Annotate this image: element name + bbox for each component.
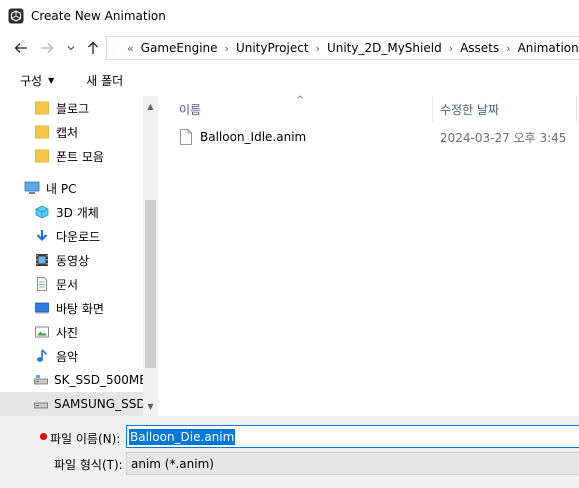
breadcrumb-unityproject[interactable]: UnityProject bbox=[236, 41, 309, 55]
sidebar-item-music[interactable]: 음악 bbox=[0, 344, 143, 368]
sidebar-item-blog[interactable]: 블로그 bbox=[0, 96, 143, 120]
breadcrumb-unity-2d-myshield[interactable]: Unity_2D_MyShield bbox=[327, 41, 442, 55]
arrow-up-icon bbox=[88, 41, 98, 54]
sidebar-item-label: 3D 개체 bbox=[56, 205, 99, 220]
music-icon bbox=[34, 348, 50, 364]
pictures-icon bbox=[34, 324, 50, 340]
file-type-value: anim (*.anim) bbox=[131, 456, 214, 471]
organize-label: 구성 bbox=[20, 73, 43, 88]
sidebar-item-label: 폰트 모음 bbox=[56, 149, 104, 164]
sort-ascending-icon: ^ bbox=[296, 95, 305, 106]
desktop-icon bbox=[34, 300, 50, 316]
drive-icon bbox=[34, 372, 48, 388]
sidebar-item-this-pc[interactable]: 내 PC bbox=[0, 176, 143, 200]
sidebar-item-samsung-ssd[interactable]: SAMSUNG_SSD bbox=[0, 392, 143, 416]
window-title: Create New Animation bbox=[31, 9, 166, 23]
sidebar-item-label: 다운로드 bbox=[56, 229, 101, 244]
file-type-select[interactable]: anim (*.anim) bbox=[126, 452, 579, 475]
forward-button[interactable] bbox=[34, 35, 60, 61]
sidebar-item-label: 내 PC bbox=[46, 181, 77, 196]
up-button[interactable] bbox=[82, 35, 104, 61]
folder-icon bbox=[113, 47, 114, 49]
sidebar-item-sk-ssd[interactable]: SK_SSD_500MB bbox=[0, 368, 143, 392]
sidebar-item-label: 바탕 화면 bbox=[56, 301, 104, 316]
file-icon bbox=[180, 129, 192, 145]
video-icon bbox=[34, 252, 50, 268]
sidebar-item-label: 사진 bbox=[56, 325, 79, 340]
drive-icon bbox=[34, 396, 48, 412]
navigation-pane: 블로그 캡처 폰트 모음 내 PC 3D 개체 다운로드 동영상 문서 바탕 화… bbox=[0, 96, 158, 416]
navigation-pane-scrollbar[interactable]: ▲ ▼ bbox=[143, 96, 158, 416]
sidebar-item-label: SK_SSD_500MB bbox=[54, 373, 143, 387]
required-dot-icon bbox=[40, 433, 47, 440]
breadcrumb-separator-icon: › bbox=[315, 41, 320, 55]
back-button[interactable] bbox=[8, 35, 34, 61]
sidebar-item-label: 캡처 bbox=[56, 125, 79, 140]
file-row[interactable]: Balloon_Idle.anim 2024-03-27 오후 3:45 bbox=[162, 126, 579, 148]
sidebar-item-label: 블로그 bbox=[56, 101, 90, 116]
folder-icon bbox=[34, 124, 50, 140]
breadcrumb-separator-icon: › bbox=[448, 41, 454, 55]
sidebar-item-pictures[interactable]: 사진 bbox=[0, 320, 143, 344]
new-folder-label: 새 폴더 bbox=[86, 73, 124, 88]
command-toolbar: 구성 ▼ 새 폴더 bbox=[0, 64, 579, 96]
file-name-label: 파일 이름(N): bbox=[50, 432, 121, 446]
breadcrumb-separator-icon: › bbox=[506, 41, 511, 55]
folder-icon bbox=[34, 148, 50, 164]
file-name-input[interactable]: Balloon_Die.anim bbox=[126, 425, 579, 448]
new-folder-button[interactable]: 새 폴더 bbox=[86, 72, 123, 89]
3d-objects-icon bbox=[34, 204, 50, 220]
breadcrumb-gameengine[interactable]: GameEngine bbox=[141, 41, 218, 55]
scroll-down-icon[interactable]: ▼ bbox=[143, 398, 158, 414]
file-type-label: 파일 형식(T): bbox=[54, 458, 123, 472]
caret-down-icon: ▼ bbox=[48, 75, 55, 85]
column-header-name[interactable]: 이름 bbox=[179, 96, 201, 122]
sidebar-item-documents[interactable]: 문서 bbox=[0, 272, 143, 296]
column-name-label: 이름 bbox=[179, 102, 202, 117]
column-divider[interactable] bbox=[432, 96, 433, 122]
breadcrumb-assets[interactable]: Assets bbox=[460, 41, 499, 55]
arrow-left-icon bbox=[14, 43, 27, 53]
computer-icon bbox=[24, 180, 40, 196]
save-options-panel: 파일 이름(N): Balloon_Die.anim 파일 형식(T): ani… bbox=[0, 416, 579, 488]
sidebar-item-fonts[interactable]: 폰트 모음 bbox=[0, 144, 143, 168]
breadcrumb-separator-icon: › bbox=[224, 41, 229, 55]
navigation-bar: « GameEngine › UnityProject › Unity_2D_M… bbox=[0, 32, 579, 64]
sidebar-item-capture[interactable]: 캡처 bbox=[0, 120, 143, 144]
sidebar-item-downloads[interactable]: 다운로드 bbox=[0, 224, 143, 248]
chevron-down-icon bbox=[67, 46, 75, 51]
scrollbar-thumb[interactable] bbox=[145, 200, 156, 368]
folder-icon bbox=[34, 100, 50, 116]
arrow-right-icon bbox=[41, 43, 54, 53]
organize-button[interactable]: 구성 ▼ bbox=[20, 72, 54, 89]
breadcrumb-animations[interactable]: Animations bbox=[518, 41, 579, 55]
file-name: Balloon_Idle.anim bbox=[200, 130, 307, 144]
sidebar-item-label: 음악 bbox=[56, 349, 79, 364]
sidebar-item-label: SAMSUNG_SSD bbox=[54, 397, 143, 411]
sidebar-item-label: 동영상 bbox=[56, 253, 90, 268]
title-bar: Create New Animation bbox=[0, 0, 579, 32]
file-name-value: Balloon_Die.anim bbox=[129, 428, 236, 445]
file-list: ^ 이름 수정한 날짜 Balloon_Idle.anim 2024-03-27… bbox=[162, 95, 579, 416]
scroll-up-icon[interactable]: ▲ bbox=[143, 98, 158, 114]
document-icon bbox=[34, 276, 50, 292]
sidebar-item-videos[interactable]: 동영상 bbox=[0, 248, 143, 272]
sidebar-item-desktop[interactable]: 바탕 화면 bbox=[0, 296, 143, 320]
download-icon bbox=[34, 228, 50, 244]
recent-locations-button[interactable] bbox=[60, 35, 82, 61]
column-divider[interactable] bbox=[576, 96, 577, 122]
address-bar[interactable]: « GameEngine › UnityProject › Unity_2D_M… bbox=[106, 36, 579, 60]
file-date-modified: 2024-03-27 오후 3:45 bbox=[440, 130, 567, 145]
unity-app-icon bbox=[8, 8, 24, 24]
column-header-date-modified[interactable]: 수정한 날짜 bbox=[440, 96, 499, 122]
overflow-chevron[interactable]: « bbox=[127, 42, 134, 55]
sidebar-item-3d-objects[interactable]: 3D 개체 bbox=[0, 200, 143, 224]
column-date-label: 수정한 날짜 bbox=[440, 102, 500, 117]
sidebar-item-label: 문서 bbox=[56, 277, 79, 292]
